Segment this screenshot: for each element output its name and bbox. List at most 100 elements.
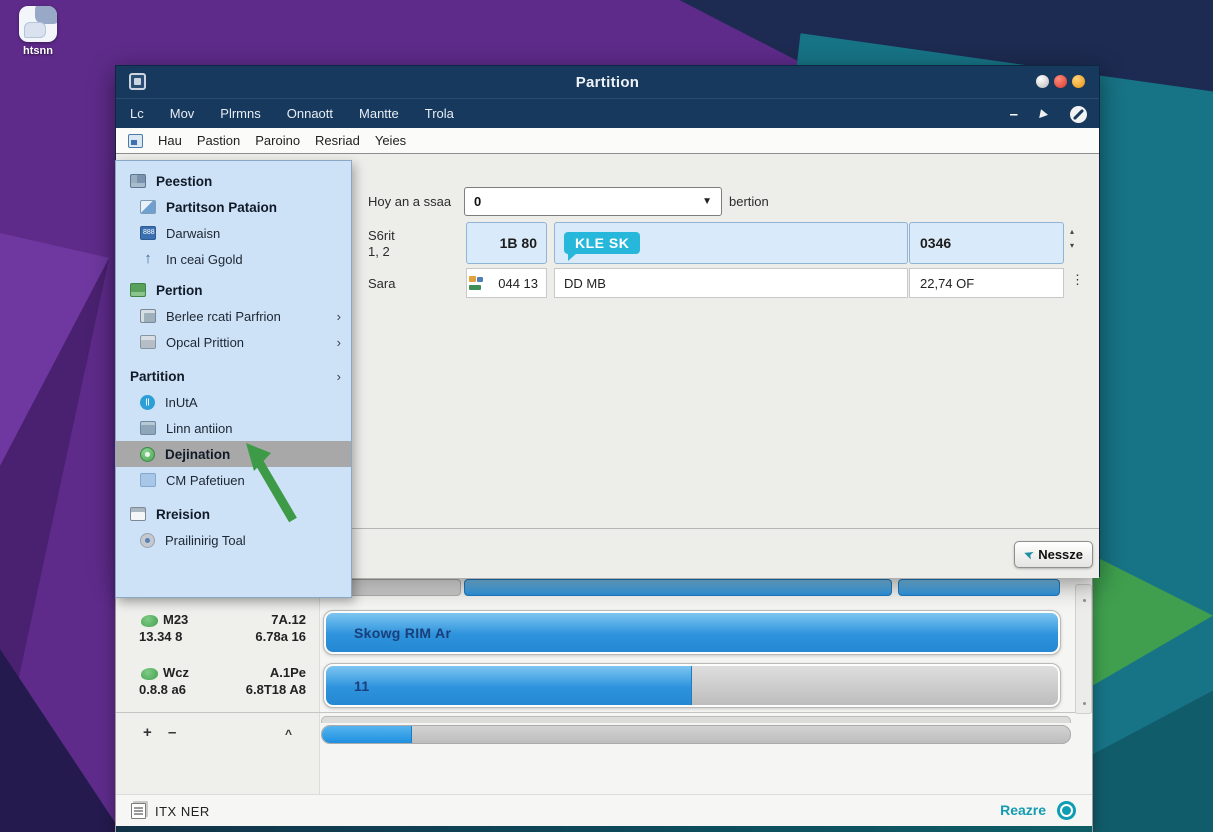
collapse-button[interactable]: ^	[285, 727, 292, 741]
toolbar: Hau Pastion Paroino Resriad Yeies	[116, 128, 1099, 154]
toolbar-item-2[interactable]: Pastion	[197, 133, 240, 148]
context-menu: Peestion Partitson Pataion Darwaisn ↑ In…	[115, 160, 352, 598]
menu-item-berlee-partition[interactable]: Berlee rcati Parfrion ›	[116, 303, 351, 329]
app-icon	[129, 73, 146, 90]
resize-link[interactable]: Reazre	[1000, 802, 1046, 818]
menu-file[interactable]: Lc	[130, 106, 144, 121]
blue-square-icon	[140, 473, 156, 487]
spin-up-icon[interactable]: ▴	[1070, 228, 1074, 236]
overview-segment-blue-2[interactable]	[898, 579, 1060, 596]
menu-item-peestion[interactable]: Peestion	[116, 168, 351, 194]
status-text: ITX NER	[155, 804, 210, 819]
document-icon	[131, 803, 146, 819]
chevron-down-icon: ▼	[702, 196, 712, 207]
partition-icon	[141, 668, 158, 680]
label-field[interactable]: KLE SK	[554, 222, 908, 264]
partition-bar[interactable]: 11	[323, 663, 1061, 708]
size-field[interactable]: 1B 80	[466, 222, 547, 264]
menu-manage[interactable]: Mantte	[359, 106, 399, 121]
window-maximize-button[interactable]	[1072, 75, 1085, 88]
free-space-field[interactable]: 0346	[909, 222, 1064, 264]
panel-separator	[116, 712, 1092, 713]
menu-item-prailinirig-toal[interactable]: Prailinirig Toal	[116, 527, 351, 553]
disk-usage-icon	[469, 276, 483, 290]
scrollbar-dot	[1083, 599, 1086, 602]
image-folder-icon	[140, 200, 156, 214]
toolbar-item-4[interactable]: Resriad	[315, 133, 360, 148]
size-label-line2: 1, 2	[368, 244, 390, 259]
vertical-scrollbar[interactable]	[1075, 584, 1092, 714]
spinner-control[interactable]: ▴ ▾	[1070, 228, 1074, 250]
partition-icon	[141, 615, 158, 627]
annotation-arrow-icon	[235, 438, 307, 526]
menu-format[interactable]: Onnaott	[287, 106, 333, 121]
size-label-line1: S6rit	[368, 228, 395, 243]
submenu-chevron-icon: ›	[337, 335, 341, 350]
filesystem-badge: KLE SK	[564, 232, 640, 254]
menu-item-partition-table[interactable]: Partitson Pataion	[116, 194, 351, 220]
partition-used: A.1Pe	[224, 665, 306, 680]
cursor-arrow-icon	[1039, 109, 1049, 119]
partition-free: 6.8T18 A8	[224, 682, 306, 697]
partition-size: 0.8.8 a6	[139, 682, 186, 697]
partition-name: M23	[163, 612, 188, 627]
menu-bar: Lc Mov Plrmns Onnaott Mantte Trola –	[116, 98, 1099, 128]
minimize-icon[interactable]: –	[1010, 107, 1018, 122]
window-close-button[interactable]	[1054, 75, 1067, 88]
menu-item-dejination-highlighted[interactable]: Dejination	[116, 441, 351, 467]
spin-down-icon[interactable]: ▾	[1070, 242, 1074, 250]
menu-item-inuta[interactable]: || InUtA	[116, 389, 351, 415]
partition-bar-label: Skowg RIM Ar	[354, 625, 451, 641]
remove-button[interactable]: –	[168, 724, 176, 741]
window-title: Partition	[116, 74, 1099, 91]
partition-name: Wcz	[163, 665, 189, 680]
toolbar-item-1[interactable]: Hau	[158, 133, 182, 148]
usage-progress-fill	[322, 726, 412, 743]
size-cell: 044 13	[466, 268, 547, 298]
menu-item-pertion[interactable]: Pertion	[116, 277, 351, 303]
submenu-chevron-icon: ›	[337, 369, 341, 384]
desktop: htsnn M23 13.34 8 7A.12 6.78a 16 Skowg R…	[0, 0, 1213, 832]
menu-partitions[interactable]: Plrmns	[220, 106, 260, 121]
partition-size: 13.34 8	[139, 629, 182, 644]
usage-progress-bar	[321, 725, 1071, 744]
size-cell-value: 044 13	[498, 276, 538, 291]
desktop-icon-files[interactable]: htsnn	[8, 6, 68, 57]
window-minimize-button[interactable]	[1036, 75, 1049, 88]
overview-segment-blue-1[interactable]	[464, 579, 892, 596]
window-icon	[130, 507, 146, 521]
toolbar-item-5[interactable]: Yeies	[375, 133, 406, 148]
partition-free: 6.78a 16	[224, 629, 306, 644]
desktop-icon-label: htsnn	[8, 45, 68, 57]
slashed-circle-icon[interactable]	[1070, 106, 1087, 123]
menu-item-darwaisn[interactable]: Darwaisn	[116, 220, 351, 246]
green-circle-icon	[140, 447, 155, 462]
status-action-button[interactable]	[1057, 801, 1076, 820]
table-icon	[130, 174, 146, 188]
menu-item-in-ceai-ggold[interactable]: ↑ In ceai Ggold	[116, 246, 351, 272]
menu-item-rreision[interactable]: Rreision	[116, 501, 351, 527]
dropdown-suffix-label: bertion	[729, 194, 769, 209]
partition-bar-stub	[321, 716, 1071, 723]
partition-used: 7A.12	[224, 612, 306, 627]
partition-bar-label: 11	[354, 678, 369, 694]
partition-list-panel: M23 13.34 8 7A.12 6.78a 16 Skowg RIM Ar …	[115, 577, 1093, 832]
more-options-icon[interactable]: ⋮	[1071, 272, 1084, 288]
partition-bar[interactable]: Skowg RIM Ar	[323, 610, 1061, 655]
up-arrow-icon: ↑	[140, 252, 156, 266]
row-label: Sara	[368, 276, 395, 291]
menu-tools[interactable]: Trola	[425, 106, 454, 121]
folder-icon	[140, 421, 156, 435]
menu-item-linn-antiion[interactable]: Linn antiion	[116, 415, 351, 441]
next-button[interactable]: ➤ Nessze	[1014, 541, 1093, 568]
pause-circle-icon: ||	[140, 395, 155, 410]
toolbar-item-3[interactable]: Paroino	[255, 133, 300, 148]
menu-move[interactable]: Mov	[170, 106, 195, 121]
menu-item-cm-pafetiuen[interactable]: CM Pafetiuen	[116, 467, 351, 493]
title-bar[interactable]: Partition	[116, 66, 1099, 98]
menu-item-opcal-partition[interactable]: Opcal Prittion ›	[116, 329, 351, 355]
add-button[interactable]: +	[143, 724, 152, 741]
disk-dropdown[interactable]: 0 ▼	[464, 187, 722, 216]
disk-select-label: Hoy an a ssaa	[368, 194, 451, 209]
menu-item-partition[interactable]: Partition ›	[116, 363, 351, 389]
